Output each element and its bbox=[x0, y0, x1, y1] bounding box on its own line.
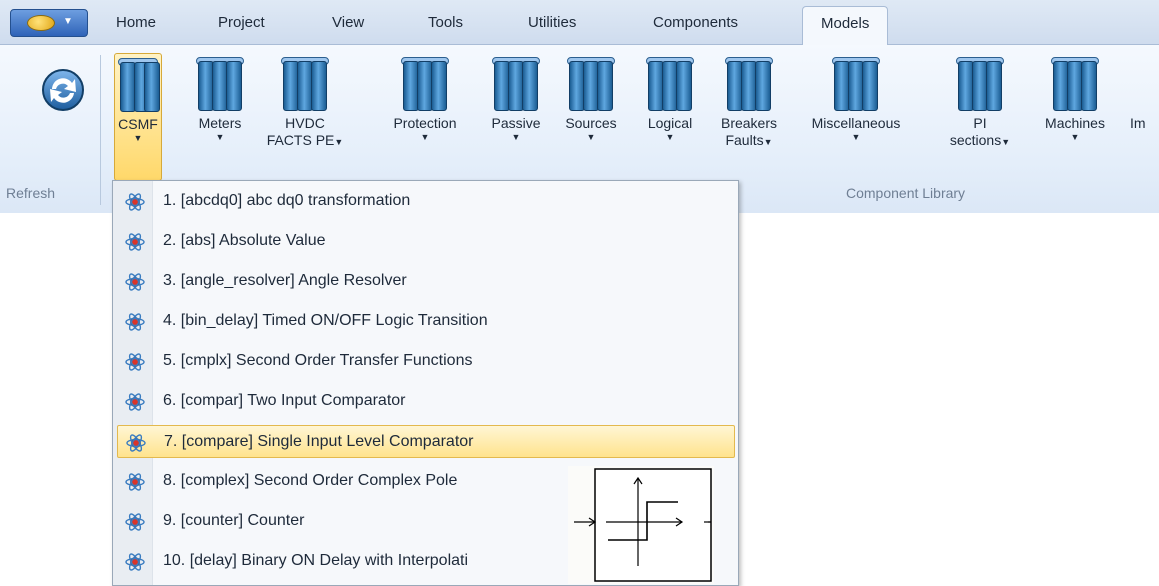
component-library-group-label: Component Library bbox=[846, 185, 966, 201]
csmf-label: CSMF bbox=[118, 116, 158, 132]
component-atom-icon bbox=[126, 433, 146, 453]
chevron-down-icon: ▼ bbox=[215, 132, 225, 142]
tab-view[interactable]: View bbox=[332, 14, 364, 31]
menu-item-label: 8. [complex] Second Order Complex Pole bbox=[163, 472, 458, 489]
tab-home[interactable]: Home bbox=[116, 14, 156, 31]
tab-utilities[interactable]: Utilities bbox=[528, 14, 576, 31]
component-atom-icon bbox=[125, 552, 145, 572]
library-books-icon bbox=[644, 57, 696, 115]
refresh-group-label: Refresh bbox=[6, 185, 56, 201]
component-atom-icon bbox=[125, 512, 145, 532]
chevron-down-icon: ▼ bbox=[851, 132, 861, 142]
sources-button[interactable]: Sources ▼ bbox=[552, 53, 630, 181]
tab-models[interactable]: Models bbox=[802, 6, 889, 46]
sources-label: Sources bbox=[565, 115, 617, 131]
group-separator bbox=[100, 55, 101, 205]
menu-item-label: 2. [abs] Absolute Value bbox=[163, 232, 326, 249]
tab-tools[interactable]: Tools bbox=[428, 14, 463, 31]
library-books-icon bbox=[490, 57, 542, 115]
tab-project[interactable]: Project bbox=[218, 14, 265, 31]
menu-item[interactable]: 7. [compare] Single Input Level Comparat… bbox=[117, 425, 735, 458]
chevron-down-icon: ▼ bbox=[1001, 137, 1011, 147]
chevron-down-icon: ▼ bbox=[1070, 132, 1080, 142]
breakers-faults-button[interactable]: Breakers Faults▼ bbox=[710, 53, 788, 181]
chevron-down-icon: ▼ bbox=[763, 137, 773, 147]
chevron-down-icon: ▼ bbox=[63, 16, 73, 27]
csmf-button[interactable]: CSMF ▼ bbox=[114, 53, 162, 181]
hvdc-label-line2: FACTS PE▼ bbox=[266, 132, 344, 148]
component-atom-icon bbox=[125, 472, 145, 492]
ribbon-tab-bar: ▼ Home Project View Tools Utilities Comp… bbox=[0, 0, 1159, 46]
menu-item[interactable]: 2. [abs] Absolute Value bbox=[117, 225, 735, 258]
breakers-label-line2: Faults▼ bbox=[725, 132, 773, 148]
meters-label: Meters bbox=[198, 115, 242, 131]
breakers-label: Breakers bbox=[720, 115, 778, 131]
menu-item[interactable]: 4. [bin_delay] Timed ON/OFF Logic Transi… bbox=[117, 305, 735, 338]
component-atom-icon bbox=[125, 272, 145, 292]
miscellaneous-label: Miscellaneous bbox=[811, 115, 901, 131]
pi-label-line2: sections▼ bbox=[949, 132, 1011, 148]
machines-label: Machines bbox=[1045, 115, 1105, 131]
logical-button[interactable]: Logical ▼ bbox=[634, 53, 706, 181]
library-books-icon bbox=[830, 57, 882, 115]
chevron-down-icon: ▼ bbox=[420, 132, 430, 142]
hvdc-label: HVDC bbox=[285, 115, 325, 131]
menu-item-label: 3. [angle_resolver] Angle Resolver bbox=[163, 272, 407, 289]
menu-item-label: 4. [bin_delay] Timed ON/OFF Logic Transi… bbox=[163, 312, 488, 329]
miscellaneous-button[interactable]: Miscellaneous ▼ bbox=[790, 53, 922, 181]
library-books-icon bbox=[954, 57, 1006, 115]
component-atom-icon bbox=[125, 192, 145, 212]
menu-item[interactable]: 1. [abcdq0] abc dq0 transformation bbox=[117, 185, 735, 218]
pi-label: PI bbox=[973, 115, 987, 131]
refresh-button[interactable] bbox=[14, 53, 88, 181]
tab-components[interactable]: Components bbox=[653, 14, 738, 31]
logical-label: Logical bbox=[647, 115, 693, 131]
chevron-down-icon: ▼ bbox=[511, 132, 521, 142]
chevron-down-icon: ▼ bbox=[133, 133, 143, 143]
component-atom-icon bbox=[125, 392, 145, 412]
component-atom-icon bbox=[125, 312, 145, 332]
app-logo-icon bbox=[27, 15, 55, 31]
menu-item[interactable]: 5. [cmplx] Second Order Transfer Functio… bbox=[117, 345, 735, 378]
menu-item-label: 10. [delay] Binary ON Delay with Interpo… bbox=[163, 552, 469, 569]
menu-item-label: 1. [abcdq0] abc dq0 transformation bbox=[163, 192, 411, 209]
library-books-icon bbox=[399, 57, 451, 115]
library-books-icon bbox=[723, 57, 775, 115]
chevron-down-icon: ▼ bbox=[586, 132, 596, 142]
menu-item-label: 6. [compar] Two Input Comparator bbox=[163, 392, 406, 409]
hvdc-facts-pe-button[interactable]: HVDC FACTS PE▼ bbox=[266, 53, 344, 181]
chevron-down-icon: ▼ bbox=[334, 137, 344, 147]
library-books-icon bbox=[116, 58, 160, 116]
menu-item[interactable]: 3. [angle_resolver] Angle Resolver bbox=[117, 265, 735, 298]
machines-button[interactable]: Machines ▼ bbox=[1038, 53, 1112, 181]
application-menu-button[interactable]: ▼ bbox=[10, 9, 88, 37]
passive-button[interactable]: Passive ▼ bbox=[480, 53, 552, 181]
menu-item[interactable]: 6. [compar] Two Input Comparator bbox=[117, 385, 735, 418]
menu-item-label: 5. [cmplx] Second Order Transfer Functio… bbox=[163, 352, 473, 369]
menu-item-label: 9. [counter] Counter bbox=[163, 512, 305, 529]
comparator-symbol-icon bbox=[574, 468, 712, 582]
truncated-label: Im bbox=[1130, 115, 1146, 131]
protection-button[interactable]: Protection ▼ bbox=[372, 53, 478, 181]
passive-label: Passive bbox=[491, 115, 541, 131]
library-books-icon bbox=[194, 57, 246, 115]
library-books-icon bbox=[1049, 57, 1101, 115]
truncated-button[interactable]: Im bbox=[1130, 53, 1159, 181]
meters-button[interactable]: Meters ▼ bbox=[190, 53, 250, 181]
menu-item-label: 7. [compare] Single Input Level Comparat… bbox=[164, 433, 474, 450]
library-books-icon bbox=[279, 57, 331, 115]
protection-label: Protection bbox=[393, 115, 457, 131]
library-books-icon bbox=[565, 57, 617, 115]
component-atom-icon bbox=[125, 352, 145, 372]
component-atom-icon bbox=[125, 232, 145, 252]
refresh-icon bbox=[42, 69, 84, 111]
chevron-down-icon: ▼ bbox=[665, 132, 675, 142]
component-preview bbox=[568, 466, 714, 584]
pi-sections-button[interactable]: PI sections▼ bbox=[940, 53, 1020, 181]
